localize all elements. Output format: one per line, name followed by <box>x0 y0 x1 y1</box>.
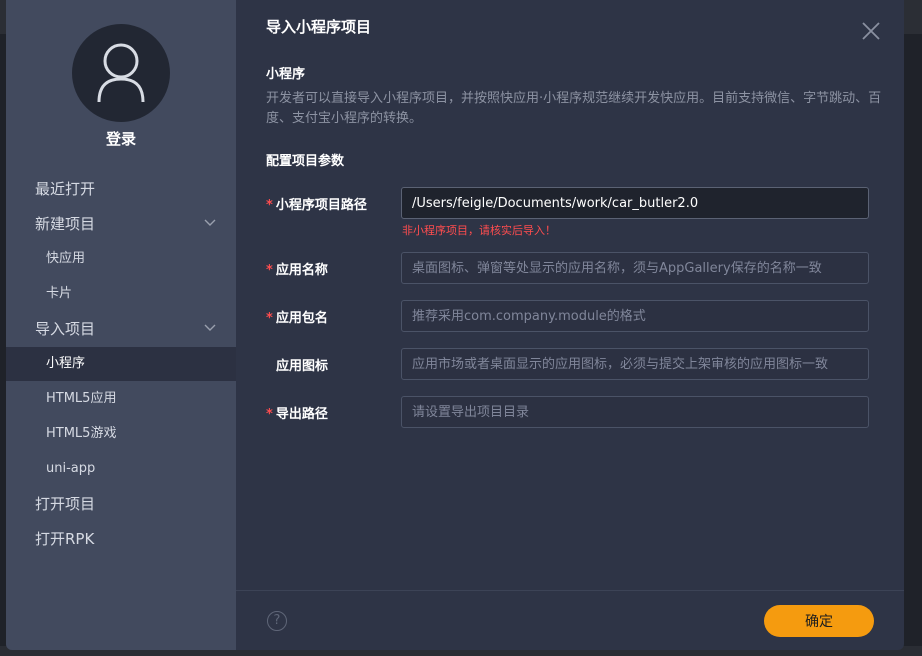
sidebar-item-label: 最近打开 <box>35 180 96 198</box>
sidebar-item-uni-app[interactable]: uni-app <box>6 452 236 486</box>
sidebar-item-label: uni-app <box>46 461 96 476</box>
app-icon-input[interactable] <box>401 348 869 380</box>
dialog-title: 导入小程序项目 <box>266 18 372 36</box>
app-name-input[interactable] <box>401 252 869 284</box>
app-name-label: * 应用名称 <box>266 263 328 278</box>
required-mark: * <box>266 311 273 326</box>
section-description: 开发者可以直接导入小程序项目，并按照快应用·小程序规范继续开发快应用。目前支持微… <box>266 91 882 126</box>
sidebar: 登录 最近打开 新建项目 快应用 卡片 导入项目 小程序 HTML5应用 HTM… <box>6 0 236 650</box>
required-mark: * <box>266 198 273 213</box>
sidebar-item-label: 打开RPK <box>35 530 95 548</box>
sidebar-item-label: HTML5游戏 <box>46 426 117 441</box>
export-path-label: * 导出路径 <box>266 407 328 422</box>
required-mark: * <box>266 263 273 278</box>
avatar[interactable] <box>72 24 170 122</box>
sidebar-item-label: HTML5应用 <box>46 391 117 406</box>
sidebar-item-open-rpk[interactable]: 打开RPK <box>6 522 236 556</box>
sidebar-item-recent[interactable]: 最近打开 <box>6 172 236 206</box>
close-icon[interactable] <box>862 22 880 40</box>
sidebar-item-label: 快应用 <box>46 251 86 266</box>
sidebar-item-card[interactable]: 卡片 <box>6 277 236 311</box>
import-dialog: 登录 最近打开 新建项目 快应用 卡片 导入项目 小程序 HTML5应用 HTM… <box>6 0 904 650</box>
sidebar-item-label: 导入项目 <box>35 320 96 338</box>
path-error-message: 非小程序项目，请核实后导入！ <box>402 224 556 237</box>
sidebar-item-label: 小程序 <box>46 356 86 371</box>
chevron-down-icon <box>204 219 216 226</box>
config-title: 配置项目参数 <box>266 154 345 169</box>
sidebar-item-import-project[interactable]: 导入项目 <box>6 312 236 346</box>
sidebar-item-mini-program[interactable]: 小程序 <box>6 347 236 381</box>
package-name-input[interactable] <box>401 300 869 332</box>
main-panel: 导入小程序项目 小程序 开发者可以直接导入小程序项目，并按照快应用·小程序规范继… <box>236 0 904 650</box>
dialog-footer: ? 确定 <box>236 590 904 650</box>
sidebar-item-open-project[interactable]: 打开项目 <box>6 487 236 521</box>
section-title: 小程序 <box>266 67 306 82</box>
sidebar-item-label: 卡片 <box>46 286 73 301</box>
package-name-label: * 应用包名 <box>266 311 328 326</box>
export-path-input[interactable] <box>401 396 869 428</box>
sidebar-item-html5-game[interactable]: HTML5游戏 <box>6 417 236 451</box>
path-label: * 小程序项目路径 <box>266 198 367 213</box>
sidebar-item-quick-app[interactable]: 快应用 <box>6 242 236 276</box>
sidebar-item-label: 新建项目 <box>35 215 96 233</box>
sidebar-item-html5-app[interactable]: HTML5应用 <box>6 382 236 416</box>
required-mark: * <box>266 407 273 422</box>
help-icon[interactable]: ? <box>267 611 287 631</box>
project-path-input[interactable] <box>401 187 869 219</box>
login-link[interactable]: 登录 <box>6 128 236 149</box>
chevron-down-icon <box>204 324 216 331</box>
confirm-button[interactable]: 确定 <box>764 605 874 637</box>
app-icon-label: 应用图标 <box>276 359 329 374</box>
user-icon <box>97 43 145 103</box>
sidebar-item-label: 打开项目 <box>35 495 96 513</box>
sidebar-item-new-project[interactable]: 新建项目 <box>6 207 236 241</box>
